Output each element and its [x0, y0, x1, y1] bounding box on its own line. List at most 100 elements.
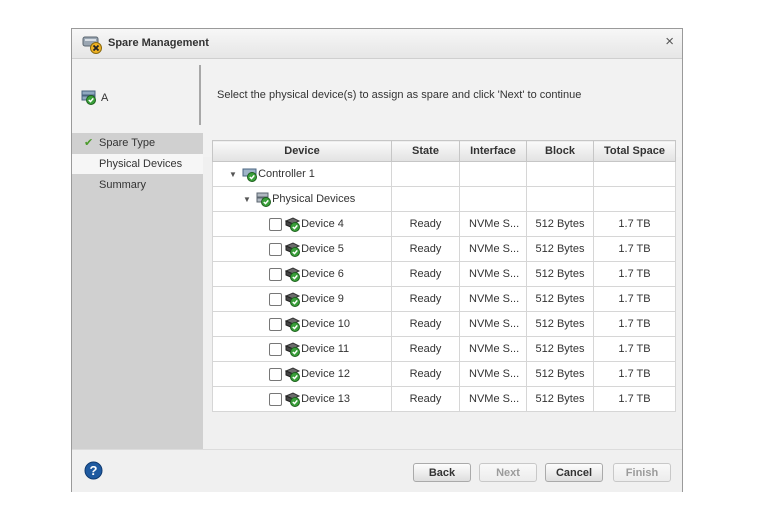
- device-total-space: 1.7 TB: [593, 286, 676, 312]
- physical-devices-group-row[interactable]: ▼ Physical Devices: [212, 186, 676, 212]
- device-checkbox[interactable]: [269, 317, 282, 331]
- device-total-space: 1.7 TB: [593, 211, 676, 237]
- device-block: 512 Bytes: [526, 261, 594, 287]
- device-name: Device 11: [301, 342, 350, 355]
- nvme-drive-icon: [285, 292, 301, 307]
- device-interface: NVMe S...: [459, 311, 527, 337]
- device-interface: NVMe S...: [459, 261, 527, 287]
- help-icon[interactable]: ?: [84, 461, 103, 480]
- device-total-space: 1.7 TB: [593, 261, 676, 287]
- table-row[interactable]: Device 13 Ready NVMe S... 512 Bytes 1.7 TB: [212, 386, 676, 412]
- table-row[interactable]: Device 9 Ready NVMe S... 512 Bytes 1.7 TB: [212, 286, 676, 312]
- device-interface: NVMe S...: [459, 211, 527, 237]
- array-icon: [81, 90, 96, 105]
- device-total-space: 1.7 TB: [593, 236, 676, 262]
- device-interface: NVMe S...: [459, 336, 527, 362]
- finish-button[interactable]: Finish: [613, 463, 671, 482]
- device-total-space: 1.7 TB: [593, 361, 676, 387]
- nvme-drive-icon: [285, 242, 301, 257]
- device-block: 512 Bytes: [526, 336, 594, 362]
- device-name: Device 6: [301, 267, 344, 280]
- device-block: 512 Bytes: [526, 386, 594, 412]
- controller-icon: [242, 168, 258, 182]
- device-state: Ready: [391, 261, 460, 287]
- step-summary[interactable]: Summary: [72, 175, 203, 195]
- column-header-total-space[interactable]: Total Space: [593, 140, 676, 162]
- spare-management-dialog: Spare Management × A Select the physical…: [71, 28, 683, 492]
- controller-row[interactable]: ▼ Controller 1: [212, 161, 676, 187]
- device-name: Device 4: [301, 217, 344, 230]
- device-name: Device 10: [301, 317, 350, 330]
- nvme-drive-icon: [285, 367, 301, 382]
- table-row[interactable]: Device 6 Ready NVMe S... 512 Bytes 1.7 TB: [212, 261, 676, 287]
- step-label: Spare Type: [99, 137, 156, 149]
- nvme-drive-icon: [285, 217, 301, 232]
- expand-toggle-icon[interactable]: ▼: [243, 195, 253, 204]
- device-checkbox[interactable]: [269, 392, 282, 406]
- column-header-state[interactable]: State: [391, 140, 460, 162]
- device-interface: NVMe S...: [459, 236, 527, 262]
- header-divider: [199, 65, 201, 125]
- device-state: Ready: [391, 211, 460, 237]
- table-row[interactable]: Device 12 Ready NVMe S... 512 Bytes 1.7 TB: [212, 361, 676, 387]
- column-header-block[interactable]: Block: [526, 140, 594, 162]
- device-state: Ready: [391, 361, 460, 387]
- step-label: Summary: [99, 179, 147, 191]
- physical-devices-icon: [256, 192, 272, 207]
- device-block: 512 Bytes: [526, 286, 594, 312]
- array-label: A: [101, 92, 109, 104]
- device-state: Ready: [391, 386, 460, 412]
- back-button[interactable]: Back: [413, 463, 471, 482]
- device-total-space: 1.7 TB: [593, 386, 676, 412]
- device-state: Ready: [391, 286, 460, 312]
- step-spare-type[interactable]: ✔ Spare Type: [72, 133, 203, 153]
- table-row[interactable]: Device 11 Ready NVMe S... 512 Bytes 1.7 TB: [212, 336, 676, 362]
- device-state: Ready: [391, 336, 460, 362]
- cancel-button[interactable]: Cancel: [545, 463, 603, 482]
- device-total-space: 1.7 TB: [593, 336, 676, 362]
- controller-label: Controller 1: [258, 167, 315, 180]
- table-row[interactable]: Device 5 Ready NVMe S... 512 Bytes 1.7 TB: [212, 236, 676, 262]
- column-header-interface[interactable]: Interface: [459, 140, 527, 162]
- device-state: Ready: [391, 311, 460, 337]
- expand-toggle-icon[interactable]: ▼: [229, 170, 239, 179]
- group-label: Physical Devices: [272, 192, 356, 205]
- device-interface: NVMe S...: [459, 361, 527, 387]
- dialog-title: Spare Management: [108, 37, 209, 49]
- wizard-steps: ✔ Spare Type Physical Devices Summary: [72, 133, 203, 449]
- device-block: 512 Bytes: [526, 361, 594, 387]
- device-checkbox[interactable]: [269, 292, 282, 306]
- device-total-space: 1.7 TB: [593, 311, 676, 337]
- device-name: Device 13: [301, 392, 350, 405]
- column-header-device[interactable]: Device: [212, 140, 392, 162]
- table-header-row: Device State Interface Block Total Space: [212, 140, 676, 162]
- device-state: Ready: [391, 236, 460, 262]
- nvme-drive-icon: [285, 392, 301, 407]
- spare-management-icon: [82, 36, 102, 54]
- instruction-text: Select the physical device(s) to assign …: [217, 89, 582, 101]
- device-checkbox[interactable]: [269, 367, 282, 381]
- svg-text:?: ?: [90, 463, 98, 478]
- close-button[interactable]: ×: [665, 33, 674, 50]
- device-checkbox[interactable]: [269, 267, 282, 281]
- nvme-drive-icon: [285, 342, 301, 357]
- device-block: 512 Bytes: [526, 236, 594, 262]
- nvme-drive-icon: [285, 267, 301, 282]
- device-interface: NVMe S...: [459, 286, 527, 312]
- device-name: Device 12: [301, 367, 350, 380]
- device-name: Device 9: [301, 292, 344, 305]
- table-row[interactable]: Device 4 Ready NVMe S... 512 Bytes 1.7 TB: [212, 211, 676, 237]
- next-button[interactable]: Next: [479, 463, 537, 482]
- step-label: Physical Devices: [99, 158, 183, 170]
- device-checkbox[interactable]: [269, 342, 282, 356]
- devices-table: Device State Interface Block Total Space…: [212, 140, 676, 412]
- device-checkbox[interactable]: [269, 217, 282, 231]
- device-name: Device 5: [301, 242, 344, 255]
- device-checkbox[interactable]: [269, 242, 282, 256]
- device-interface: NVMe S...: [459, 386, 527, 412]
- table-row[interactable]: Device 10 Ready NVMe S... 512 Bytes 1.7 TB: [212, 311, 676, 337]
- step-physical-devices[interactable]: Physical Devices: [72, 154, 203, 174]
- device-block: 512 Bytes: [526, 311, 594, 337]
- device-block: 512 Bytes: [526, 211, 594, 237]
- check-icon: ✔: [84, 137, 94, 149]
